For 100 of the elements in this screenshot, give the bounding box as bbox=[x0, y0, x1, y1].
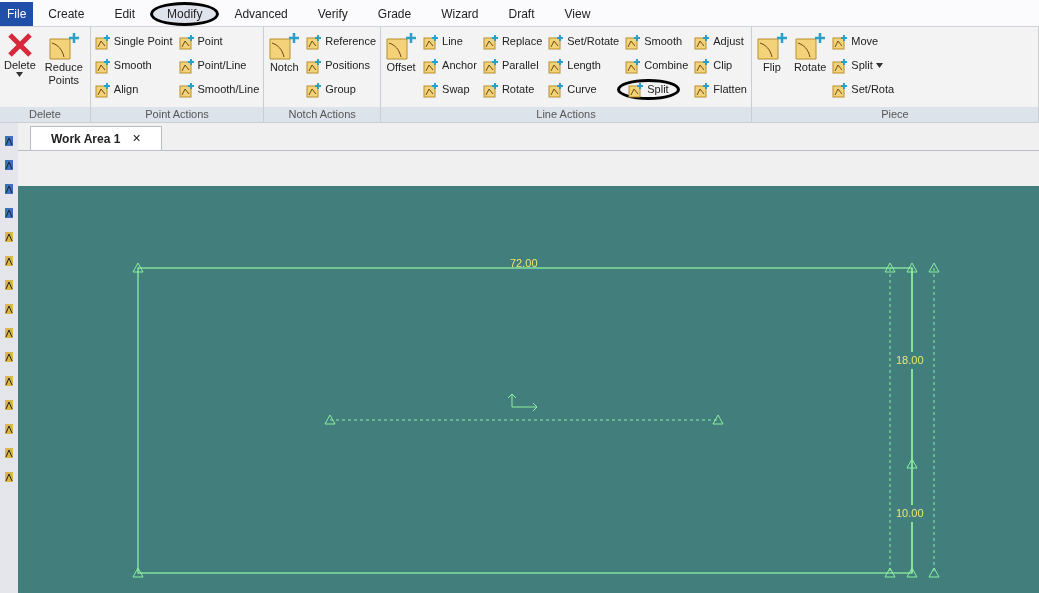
group-label: Piece bbox=[751, 107, 1038, 122]
ribbon-item[interactable]: Rotate bbox=[482, 79, 535, 100]
tool-icon[interactable] bbox=[4, 471, 14, 483]
shape-icon bbox=[94, 57, 111, 74]
menu-tab[interactable]: View bbox=[549, 2, 606, 26]
tool-icon[interactable] bbox=[4, 351, 14, 363]
ribbon-item[interactable]: Move bbox=[832, 31, 879, 52]
ribbon-item[interactable]: Curve bbox=[548, 79, 597, 100]
shape-icon bbox=[694, 33, 711, 50]
group-label: Delete bbox=[0, 107, 90, 122]
menu-tab[interactable]: Verify bbox=[302, 2, 363, 26]
tool-icon[interactable] bbox=[4, 279, 14, 291]
ribbon-item[interactable]: Replace bbox=[482, 31, 543, 52]
ribbon-item[interactable]: Point bbox=[178, 31, 223, 52]
ribbon-item[interactable]: Smooth bbox=[94, 55, 152, 76]
shape-icon bbox=[628, 81, 645, 98]
shape-icon bbox=[625, 33, 642, 50]
ribbon-item[interactable]: Combine bbox=[625, 55, 689, 76]
button-label: Reduce Points bbox=[43, 61, 84, 87]
ribbon-item[interactable]: Point/Line bbox=[178, 55, 247, 76]
ribbon-button[interactable]: Delete bbox=[4, 31, 36, 107]
tool-icon[interactable] bbox=[4, 423, 14, 435]
menu-tab[interactable]: Advanced bbox=[219, 2, 303, 26]
ribbon-button[interactable]: Reduce Points bbox=[41, 31, 86, 107]
tool-icon[interactable] bbox=[4, 447, 14, 459]
ribbon-item[interactable]: Positions bbox=[306, 55, 370, 76]
group-label: Notch Actions bbox=[264, 107, 381, 122]
tool-icon[interactable] bbox=[4, 183, 14, 195]
ribbon-item[interactable]: Single Point bbox=[94, 31, 173, 52]
tool-icon[interactable] bbox=[4, 135, 14, 147]
tool-icon[interactable] bbox=[4, 159, 14, 171]
button-label: Notch bbox=[269, 61, 299, 74]
menu-tab[interactable]: Create bbox=[33, 2, 100, 26]
tool-icon[interactable] bbox=[4, 327, 14, 339]
ribbon-item[interactable]: Parallel bbox=[482, 55, 539, 76]
ribbon-button[interactable]: Offset bbox=[385, 31, 418, 107]
dimension-label: 72.00 bbox=[510, 256, 538, 271]
shape-icon bbox=[306, 81, 323, 98]
shape-icon bbox=[794, 31, 827, 61]
ribbon-item[interactable]: Set/Rota bbox=[832, 79, 895, 100]
tool-icon[interactable] bbox=[4, 255, 14, 267]
ribbon-item[interactable]: Line bbox=[423, 31, 463, 52]
ribbon-button[interactable]: Notch bbox=[268, 31, 301, 107]
close-button[interactable]: × bbox=[132, 128, 141, 149]
tool-icon[interactable] bbox=[4, 399, 14, 411]
shape-icon bbox=[268, 31, 301, 61]
menu-tab[interactable]: File bbox=[0, 2, 34, 26]
shape-icon bbox=[755, 31, 788, 61]
button-label: Flip bbox=[763, 61, 781, 74]
ribbon-item[interactable]: Swap bbox=[423, 79, 470, 100]
axis-icon bbox=[507, 393, 538, 412]
tool-icon[interactable] bbox=[4, 375, 14, 387]
ribbon-item[interactable]: Smooth bbox=[625, 31, 683, 52]
menu-tab[interactable]: Wizard bbox=[426, 2, 494, 26]
tool-icon[interactable] bbox=[4, 303, 14, 315]
button-label: Delete bbox=[4, 59, 36, 72]
menu-tab[interactable]: Grade bbox=[362, 2, 427, 26]
ribbon-button[interactable]: Flip bbox=[755, 31, 788, 107]
ribbon-item[interactable]: Group bbox=[306, 79, 356, 100]
shape-icon bbox=[94, 33, 111, 50]
tool-icon[interactable] bbox=[4, 207, 14, 219]
shape-icon bbox=[548, 81, 565, 98]
shape-icon bbox=[832, 57, 849, 74]
menu-tab[interactable]: Draft bbox=[493, 2, 550, 26]
shape-icon bbox=[625, 57, 642, 74]
ribbon-item[interactable]: Split bbox=[832, 55, 883, 76]
caret-icon bbox=[875, 63, 883, 68]
ribbon-item[interactable]: Split bbox=[617, 79, 680, 100]
ribbon-item[interactable]: Align bbox=[94, 79, 139, 100]
shape-icon bbox=[548, 57, 565, 74]
tool-icon[interactable] bbox=[4, 231, 14, 243]
shape-icon bbox=[694, 81, 711, 98]
cross-icon bbox=[5, 31, 34, 59]
ribbon-item[interactable]: Reference bbox=[306, 31, 377, 52]
shape-icon bbox=[423, 33, 440, 50]
menu-tab[interactable]: Modify bbox=[150, 2, 220, 26]
button-label: Rotate bbox=[793, 61, 827, 74]
shape-icon bbox=[178, 81, 195, 98]
ribbon-item[interactable]: Smooth/Line bbox=[178, 79, 260, 100]
shape-icon bbox=[694, 57, 711, 74]
shape-icon bbox=[482, 33, 499, 50]
ribbon-item[interactable]: Clip bbox=[694, 55, 733, 76]
shape-icon bbox=[94, 81, 111, 98]
ribbon-item[interactable]: Length bbox=[548, 55, 601, 76]
work-area-tab[interactable]: Work Area 1 × bbox=[30, 126, 162, 150]
ribbon-item[interactable]: Set/Rotate bbox=[548, 31, 620, 52]
button-label: Offset bbox=[386, 61, 416, 74]
shape-icon bbox=[306, 57, 323, 74]
ribbon-item[interactable]: Flatten bbox=[694, 79, 747, 100]
shape-icon bbox=[47, 31, 80, 61]
tab-label: Work Area 1 bbox=[51, 130, 121, 148]
group-label: Point Actions bbox=[90, 107, 264, 122]
shape-icon bbox=[178, 33, 195, 50]
caret-icon bbox=[16, 72, 24, 77]
shape-icon bbox=[548, 33, 565, 50]
ribbon-item[interactable]: Adjust bbox=[694, 31, 744, 52]
menu-tab[interactable]: Edit bbox=[99, 2, 151, 26]
ribbon-item[interactable]: Anchor bbox=[423, 55, 477, 76]
ribbon-button[interactable]: Rotate bbox=[793, 31, 827, 107]
dimension-label: 10.00 bbox=[896, 505, 924, 522]
